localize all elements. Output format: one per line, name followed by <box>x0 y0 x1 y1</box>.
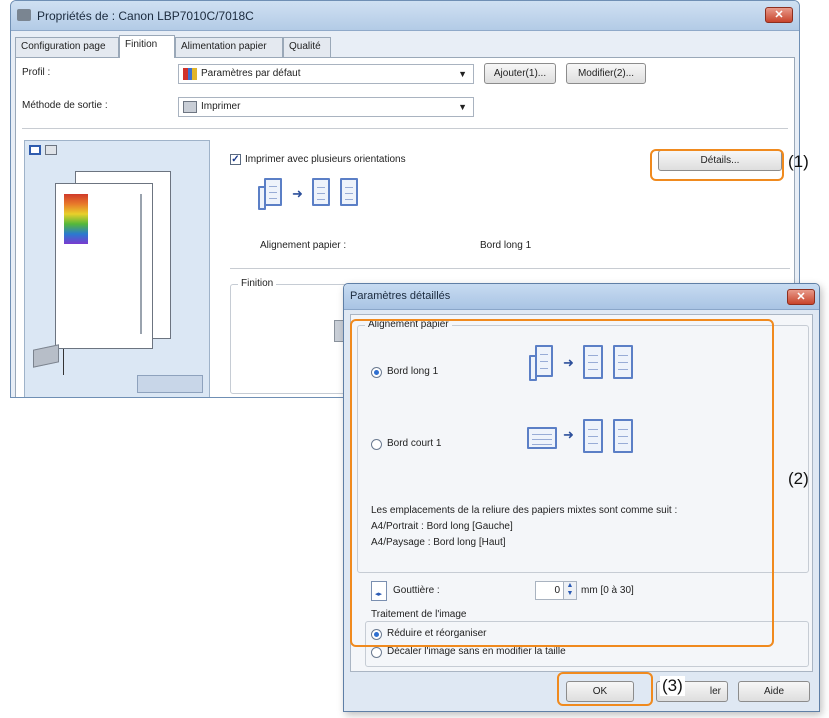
callout-label-1: (1) <box>788 152 809 171</box>
page-icon <box>340 178 358 206</box>
output-method-value: Imprimer <box>201 101 241 112</box>
dialog-close-button[interactable]: ✕ <box>787 289 815 305</box>
output-method-label: Méthode de sortie : <box>22 100 108 111</box>
page-view-icon[interactable] <box>29 145 41 155</box>
profile-value: Paramètres par défaut <box>201 68 301 79</box>
close-button[interactable]: ✕ <box>765 7 793 23</box>
preview-color-image <box>64 194 88 244</box>
preview-pane <box>24 140 210 397</box>
printer-icon <box>183 101 197 113</box>
printer-icon <box>17 9 31 21</box>
layout-icons[interactable] <box>137 375 203 393</box>
multiple-orientations-checkbox[interactable]: ✓ <box>230 154 241 165</box>
divider <box>63 349 64 375</box>
printer-view-icon[interactable] <box>45 145 57 155</box>
add-profile-button[interactable]: Ajouter(1)... <box>484 63 556 84</box>
separator <box>230 268 790 269</box>
dialog-title-bar: Paramètres détaillés ✕ <box>344 284 819 310</box>
printer-icon <box>33 344 59 368</box>
page-icon <box>312 178 330 206</box>
preview-page-front <box>55 183 153 349</box>
callout-settings-highlight <box>350 319 774 647</box>
profile-label: Profil : <box>22 67 51 78</box>
arrow-right-icon: ➜ <box>292 186 303 201</box>
profile-icon <box>183 68 197 80</box>
help-button[interactable]: Aide <box>738 681 810 702</box>
callout-details-highlight <box>650 149 784 181</box>
modify-profile-button[interactable]: Modifier(2)... <box>566 63 646 84</box>
multiple-orientations-label: Imprimer avec plusieurs orientations <box>245 154 406 165</box>
output-method-select[interactable]: Imprimer ▼ <box>178 97 474 117</box>
callout-label-2: (2) <box>788 469 809 488</box>
tab-configuration-page[interactable]: Configuration page <box>15 37 119 57</box>
chevron-down-icon: ▼ <box>458 102 467 112</box>
tab-alimentation-papier[interactable]: Alimentation papier <box>175 37 283 57</box>
binding-line <box>140 194 142 334</box>
profile-select[interactable]: Paramètres par défaut ▼ <box>178 64 474 84</box>
dialog-title: Paramètres détaillés <box>350 290 451 302</box>
alignment-label: Alignement papier : <box>260 240 347 251</box>
chevron-down-icon: ▼ <box>458 69 467 79</box>
callout-ok-highlight <box>557 672 653 706</box>
shift-image-radio[interactable] <box>371 647 382 658</box>
finition-group-label: Finition <box>238 278 277 289</box>
alignment-value: Bord long 1 <box>480 240 532 251</box>
title-bar: Propriétés de : Canon LBP7010C/7018C ✕ <box>11 1 799 31</box>
callout-label-3: (3) <box>660 676 685 696</box>
shift-image-label: Décaler l'image sans en modifier la tail… <box>387 646 566 657</box>
mixed-paper-icon <box>264 178 282 206</box>
tab-finition[interactable]: Finition <box>119 35 175 58</box>
tab-qualite[interactable]: Qualité <box>283 37 331 57</box>
window-title: Propriétés de : Canon LBP7010C/7018C <box>37 9 254 23</box>
landscape-page-icon <box>258 186 266 210</box>
separator <box>22 128 788 129</box>
tab-bar: Configuration page Finition Alimentation… <box>15 35 795 58</box>
